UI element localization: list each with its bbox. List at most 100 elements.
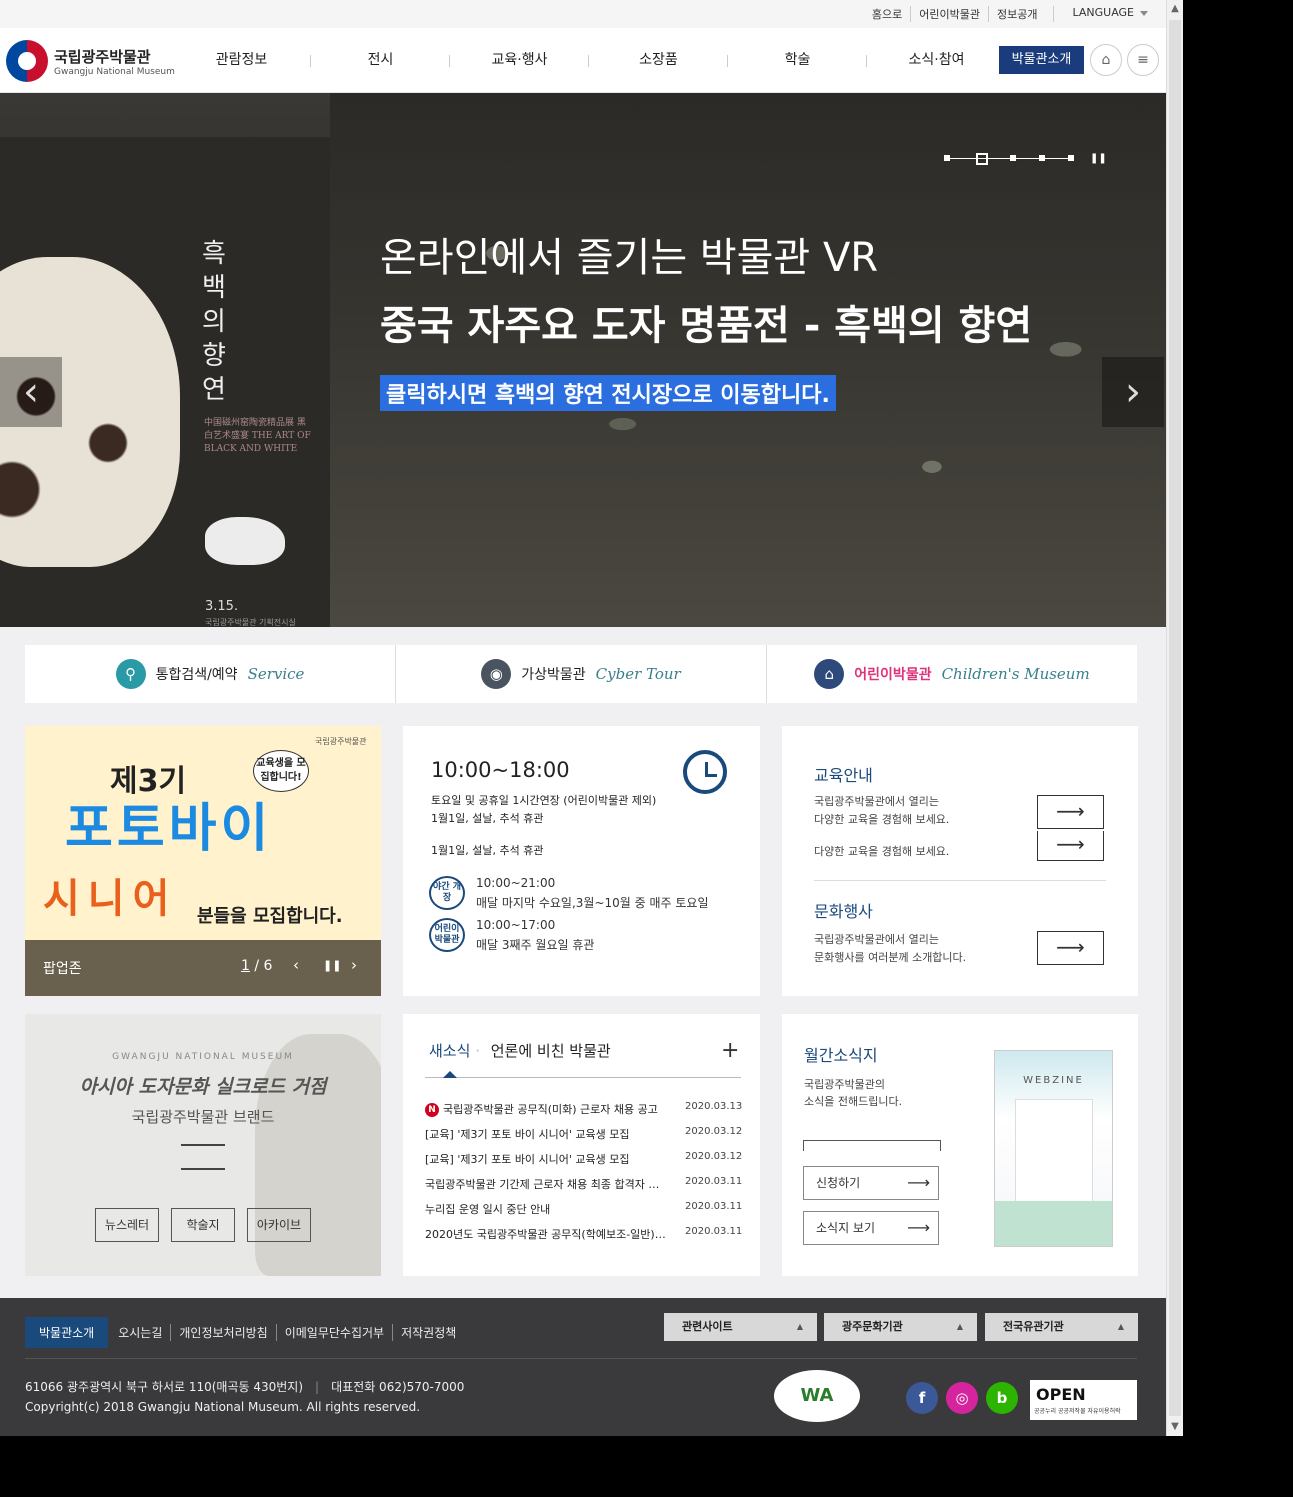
nav-collection[interactable]: 소장품 xyxy=(589,28,728,92)
info-disclosure-link[interactable]: 정보공개 xyxy=(988,6,1045,22)
news-row[interactable]: [교육] '제3기 포토 바이 시니어' 교육생 모집 2020.03.12 xyxy=(425,1151,742,1171)
chevron-right-icon[interactable]: › xyxy=(351,956,357,974)
hamburger-menu-icon[interactable]: ≡ xyxy=(1127,44,1159,76)
utility-bar: 홈으로 어린이박물관 정보공개 LANGUAGE xyxy=(0,0,1166,28)
chevron-left-icon[interactable]: ‹ xyxy=(0,357,62,427)
news-title: [교육] '제3기 포토 바이 시니어' 교육생 모집 xyxy=(425,1128,630,1141)
chevron-right-icon[interactable]: › xyxy=(1102,357,1164,427)
webzine-cover-image[interactable]: WEBZINE xyxy=(994,1050,1113,1247)
subscribe-label: 신청하기 xyxy=(816,1176,861,1190)
education-desc: 다양한 교육을 경험해 보세요. xyxy=(814,813,950,826)
select-label: 관련사이트 xyxy=(682,1320,733,1333)
national-institutions-select[interactable]: 전국유관기관 ▲ xyxy=(985,1313,1138,1341)
plus-icon[interactable]: + xyxy=(721,1038,739,1063)
kids-museum-link[interactable]: 어린이박물관 xyxy=(910,6,988,22)
nav-education-events[interactable]: 교육·행사 xyxy=(450,28,589,92)
night-desc: 매달 마지막 수요일,3월~10월 중 매주 토요일 xyxy=(476,896,709,910)
blog-icon[interactable]: b xyxy=(986,1382,1018,1414)
page-scrollbar[interactable]: ▲ ▼ xyxy=(1166,0,1183,1436)
webzine-desc-line: 소식을 전해드립니다. xyxy=(804,1095,903,1108)
footer-link-copyright[interactable]: 저작권정책 xyxy=(392,1324,464,1341)
tab-press[interactable]: 언론에 비친 박물관 xyxy=(491,1042,611,1060)
poster-subtitle: 中国磁州窑陶瓷精品展 黑白艺术盛宴 THE ART OF BLACK AND W… xyxy=(204,418,311,454)
hero-slider[interactable]: 흑백의향연 中国磁州窑陶瓷精品展 黑白艺术盛宴 THE ART OF BLACK… xyxy=(0,93,1166,627)
events-arrow-button[interactable]: ⟶ xyxy=(1037,931,1104,965)
pause-icon[interactable]: ❚❚ xyxy=(1090,153,1107,164)
nav-academic[interactable]: 학술 xyxy=(728,28,867,92)
scroll-down-icon[interactable]: ▼ xyxy=(1167,1418,1183,1436)
chevron-left-icon[interactable]: ‹ xyxy=(293,956,299,974)
footer-link-privacy[interactable]: 개인정보처리방침 xyxy=(170,1324,275,1341)
pause-icon[interactable]: ❚❚ xyxy=(323,959,341,972)
subscribe-button[interactable]: 신청하기 ⟶ xyxy=(803,1166,939,1200)
nav-exhibition[interactable]: 전시 xyxy=(311,28,450,92)
webzine-email-box[interactable] xyxy=(803,1140,941,1151)
museum-intro-button[interactable]: 박물관소개 xyxy=(999,46,1084,74)
hero-link-text[interactable]: 클릭하시면 흑백의 향연 전시장으로 이동합니다. xyxy=(380,375,836,411)
divider xyxy=(25,1358,1137,1359)
popup-banner[interactable]: 국립광주박물관 교육생을 모집합니다! 제3기 포토바이 시니어 분들을 모집합… xyxy=(25,726,381,940)
instagram-icon[interactable]: ◎ xyxy=(946,1382,978,1414)
slide-dot[interactable] xyxy=(1010,155,1016,161)
slide-dot[interactable] xyxy=(1068,155,1074,161)
journal-button[interactable]: 학술지 xyxy=(171,1208,235,1242)
footer-link-email-refusal[interactable]: 이메일무단수집거부 xyxy=(275,1324,392,1341)
view-webzine-button[interactable]: 소식지 보기 ⟶ xyxy=(803,1211,939,1245)
night-time: 10:00~21:00 xyxy=(476,876,556,890)
phone-text: 대표전화 062)570-7000 xyxy=(331,1380,465,1394)
site-logo[interactable]: 국립광주박물관 Gwangju National Museum xyxy=(6,40,175,82)
slide-dot[interactable] xyxy=(944,155,950,161)
gwangju-culture-select[interactable]: 광주문화기관 ▲ xyxy=(824,1313,977,1341)
news-row[interactable]: 누리집 운영 일시 중단 안내 2020.03.11 xyxy=(425,1201,742,1221)
brand-subtitle: 국립광주박물관 브랜드 xyxy=(131,1108,275,1126)
popup-zone-label: 팝업존 xyxy=(43,961,82,977)
related-sites-select[interactable]: 관련사이트 ▲ xyxy=(664,1313,817,1341)
scrollbar-thumb[interactable] xyxy=(1169,20,1181,1416)
popup-counter: 1 / 6 xyxy=(241,958,273,974)
caret-up-icon: ▲ xyxy=(796,1322,803,1331)
language-label: LANGUAGE xyxy=(1072,6,1134,19)
poster-footer: 국립광주박물관 기획전시실 xyxy=(205,618,296,627)
footer-link-intro[interactable]: 박물관소개 xyxy=(25,1317,109,1348)
education-arrow-button[interactable]: ⟶ xyxy=(1037,795,1104,829)
home-link[interactable]: 홈으로 xyxy=(864,6,910,22)
poster-date: 3.15. xyxy=(205,599,239,614)
home-icon[interactable]: ⌂ xyxy=(1090,44,1122,76)
divider xyxy=(181,1168,225,1170)
footer-copyright: Copyright(c) 2018 Gwangju National Museu… xyxy=(25,1400,421,1414)
news-row[interactable]: 국립광주박물관 기간제 근로자 채용 최종 합격자 공고 2020.03.11 xyxy=(425,1176,743,1196)
logo-korean: 국립광주박물관 xyxy=(54,47,151,66)
news-row[interactable]: 2020년도 국립광주박물관 공무직(학예보조-일반) 채용 2020.03.1… xyxy=(425,1226,742,1246)
taegeuk-emblem-icon xyxy=(6,40,48,82)
select-label: 광주문화기관 xyxy=(842,1320,903,1333)
webzine-cover-title: WEBZINE xyxy=(1023,1075,1084,1086)
slide-dot[interactable] xyxy=(1039,155,1045,161)
nav-news[interactable]: 소식·참여 xyxy=(867,28,1006,92)
news-row[interactable]: [교육] '제3기 포토 바이 시니어' 교육생 모집 2020.03.12 xyxy=(425,1126,742,1146)
nav-visit-info[interactable]: 관람정보 xyxy=(172,28,311,92)
quick-childrens-museum[interactable]: ⌂ 어린이박물관 Children's Museum xyxy=(766,645,1137,703)
news-title: 2020년도 국립광주박물관 공무직(학예보조-일반) 채용 xyxy=(425,1228,667,1241)
archive-button[interactable]: 아카이브 xyxy=(247,1208,311,1242)
education-arrow-button[interactable]: ⟶ xyxy=(1037,831,1104,861)
museum-building-icon: ⌂ xyxy=(814,659,845,689)
view-webzine-label: 소식지 보기 xyxy=(816,1221,876,1235)
facebook-icon[interactable]: f xyxy=(906,1382,938,1414)
popup-title-2: 포토바이 xyxy=(65,799,273,859)
scroll-up-icon[interactable]: ▲ xyxy=(1167,0,1183,18)
news-row[interactable]: N 국립광주박물관 공무직(미화) 근로자 채용 공고 2020.03.13 xyxy=(425,1101,743,1121)
language-select[interactable]: LANGUAGE xyxy=(1053,6,1156,22)
newsletter-button[interactable]: 뉴스레터 xyxy=(95,1208,159,1242)
news-date: 2020.03.13 xyxy=(685,1101,743,1112)
slide-dot-active[interactable] xyxy=(976,153,988,165)
quick-cyber-tour[interactable]: ◉ 가상박물관 Cyber Tour xyxy=(395,645,766,703)
quick-search-reserve[interactable]: ⚲ 통합검색/예약 Service xyxy=(25,645,395,703)
news-date: 2020.03.11 xyxy=(685,1176,743,1187)
site-footer: 박물관소개 오시는길 개인정보처리방침 이메일무단수집거부 저작권정책 관련사이… xyxy=(0,1298,1166,1436)
popup-controls: 팝업존 1 / 6 ‹ ❚❚ › xyxy=(25,940,381,996)
popup-title-4: 분들을 모집합니다. xyxy=(197,906,343,927)
footer-link-directions[interactable]: 오시는길 xyxy=(108,1324,170,1341)
tab-news[interactable]: 새소식 xyxy=(429,1042,470,1060)
exhibition-photo xyxy=(330,93,1166,627)
webzine-desc-line: 국립광주박물관의 xyxy=(804,1078,885,1091)
